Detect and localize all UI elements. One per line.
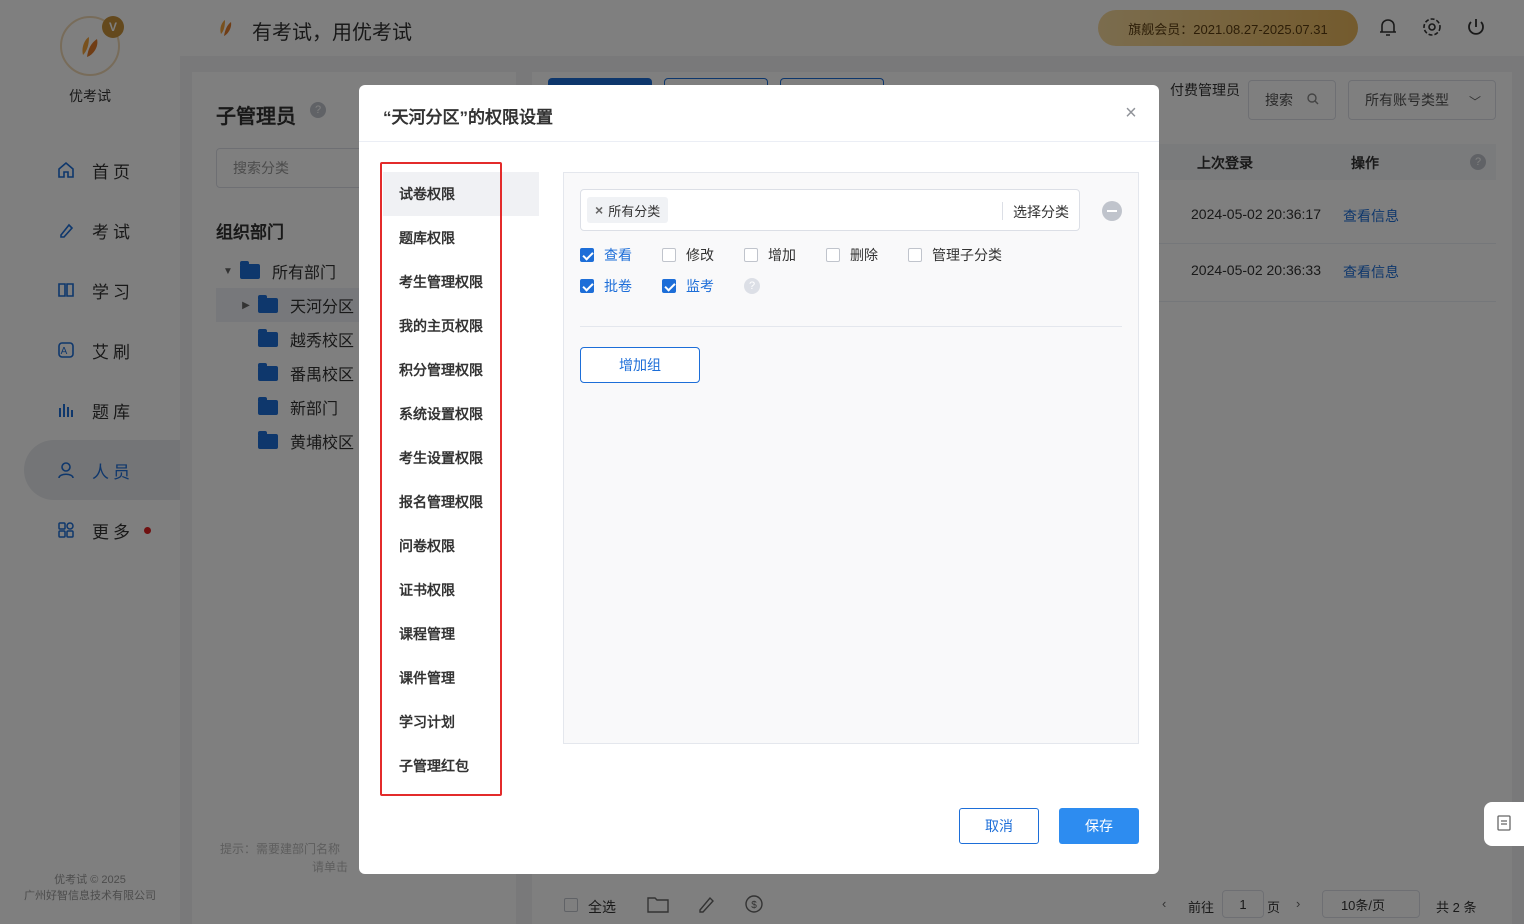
- perm-tab-courseware[interactable]: 课件管理: [383, 656, 539, 700]
- side-float-tab[interactable]: [1484, 802, 1524, 846]
- perm-view-checkbox[interactable]: 查看: [580, 245, 632, 265]
- perm-grade-checkbox[interactable]: 批卷: [580, 276, 632, 296]
- checkbox-label: 增加: [768, 247, 796, 263]
- cancel-button[interactable]: 取消: [959, 808, 1039, 844]
- dialog-title: “天河分区”的权限设置: [383, 108, 553, 127]
- select-category-button[interactable]: 选择分类: [1013, 202, 1069, 222]
- perm-proctor-checkbox[interactable]: 监考: [662, 276, 714, 296]
- perm-delete-checkbox[interactable]: 删除: [826, 245, 878, 265]
- perm-manage-subcategory-checkbox[interactable]: 管理子分类: [908, 245, 1002, 265]
- checkbox[interactable]: [662, 248, 676, 262]
- checkbox[interactable]: [580, 248, 594, 262]
- permission-dialog: “天河分区”的权限设置 × 试卷权限 题库权限 考生管理权限 我的主页权限 积分…: [359, 85, 1159, 874]
- remove-group-icon[interactable]: [1102, 201, 1122, 221]
- checkbox-label: 查看: [604, 247, 632, 263]
- perm-tab-candidate-settings[interactable]: 考生设置权限: [383, 436, 539, 480]
- checkbox-label: 修改: [686, 247, 714, 263]
- remove-tag-icon[interactable]: ×: [595, 202, 603, 218]
- checkbox[interactable]: [908, 248, 922, 262]
- add-group-button[interactable]: 增加组: [580, 347, 700, 383]
- dialog-header: “天河分区”的权限设置 ×: [359, 85, 1159, 142]
- perm-add-checkbox[interactable]: 增加: [744, 245, 796, 265]
- document-icon: [1496, 814, 1512, 835]
- perm-tab-red-packet[interactable]: 子管理红包: [383, 744, 539, 788]
- perm-tab-paper[interactable]: 试卷权限: [383, 172, 539, 216]
- perm-tab-certificate[interactable]: 证书权限: [383, 568, 539, 612]
- category-tag-label: 所有分类: [608, 203, 661, 219]
- category-selector[interactable]: × 所有分类 选择分类: [580, 189, 1080, 231]
- perm-edit-checkbox[interactable]: 修改: [662, 245, 714, 265]
- perm-tab-survey[interactable]: 问卷权限: [383, 524, 539, 568]
- save-button[interactable]: 保存: [1059, 808, 1139, 844]
- close-icon[interactable]: ×: [1119, 101, 1143, 125]
- divider: [1002, 202, 1003, 220]
- permission-content: × 所有分类 选择分类 查看 修改 增加 删除 管理子分类 批卷 监考 ? 增加…: [563, 172, 1139, 744]
- perm-tab-system-settings[interactable]: 系统设置权限: [383, 392, 539, 436]
- divider: [580, 326, 1122, 327]
- perm-tab-points[interactable]: 积分管理权限: [383, 348, 539, 392]
- perm-tab-homepage[interactable]: 我的主页权限: [383, 304, 539, 348]
- perm-tab-candidate-manage[interactable]: 考生管理权限: [383, 260, 539, 304]
- help-icon[interactable]: ?: [744, 278, 760, 294]
- checkbox[interactable]: [662, 279, 676, 293]
- checkbox-label: 批卷: [604, 278, 632, 294]
- checkbox-label: 管理子分类: [932, 247, 1002, 263]
- perm-tab-course[interactable]: 课程管理: [383, 612, 539, 656]
- checkbox[interactable]: [744, 248, 758, 262]
- category-tag: × 所有分类: [587, 197, 669, 223]
- perm-tab-question-bank[interactable]: 题库权限: [383, 216, 539, 260]
- perm-tab-study-plan[interactable]: 学习计划: [383, 700, 539, 744]
- perm-tab-registration[interactable]: 报名管理权限: [383, 480, 539, 524]
- permission-menu: 试卷权限 题库权限 考生管理权限 我的主页权限 积分管理权限 系统设置权限 考生…: [383, 172, 539, 788]
- permission-options-row: 批卷 监考 ?: [580, 276, 760, 296]
- permission-options-row: 查看 修改 增加 删除 管理子分类: [580, 245, 1032, 265]
- checkbox-label: 删除: [850, 247, 878, 263]
- checkbox-label: 监考: [686, 278, 714, 294]
- checkbox[interactable]: [826, 248, 840, 262]
- checkbox[interactable]: [580, 279, 594, 293]
